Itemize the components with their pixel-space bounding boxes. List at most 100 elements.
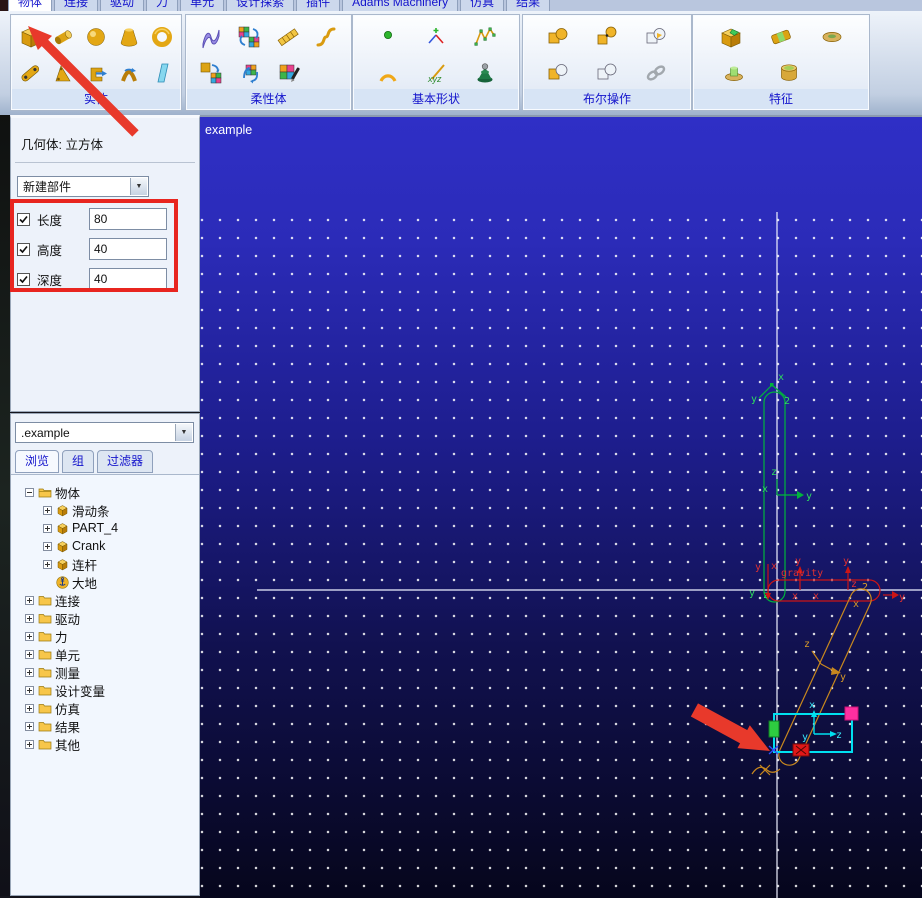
menu-tab-simulation[interactable]: 仿真 bbox=[460, 0, 505, 11]
solid-torus-button[interactable] bbox=[148, 23, 176, 51]
tree-item-bodies[interactable]: 物体 bbox=[11, 483, 199, 501]
menu-tab-design-exploration[interactable]: 设计探索 bbox=[226, 0, 295, 11]
box-icon bbox=[21, 27, 41, 48]
length-input[interactable] bbox=[89, 208, 167, 230]
expand-expander[interactable] bbox=[25, 667, 34, 677]
fillet-icon bbox=[771, 29, 791, 45]
point-button[interactable] bbox=[374, 23, 402, 51]
tree-item-motions[interactable]: 驱动 bbox=[11, 609, 199, 627]
polyline-button[interactable] bbox=[471, 23, 499, 51]
length-checkbox[interactable] bbox=[17, 212, 30, 226]
menu-tab-plugins[interactable]: 插件 bbox=[296, 0, 341, 11]
model-select[interactable]: .example ▼ bbox=[15, 422, 194, 443]
flexible-body-button[interactable] bbox=[197, 23, 225, 51]
boolean-subtract-button[interactable] bbox=[544, 59, 572, 87]
expand-expander[interactable] bbox=[43, 505, 52, 515]
expand-expander[interactable] bbox=[25, 613, 34, 623]
expand-expander[interactable] bbox=[25, 685, 34, 695]
marker-button[interactable] bbox=[422, 23, 450, 51]
menu-tab-results[interactable]: 结果 bbox=[506, 0, 551, 11]
edit-flex-button[interactable] bbox=[276, 59, 304, 87]
ribbon-group-label: 柔性体 bbox=[187, 89, 350, 109]
feature-chamfer-button[interactable] bbox=[716, 23, 744, 51]
dropdown-arrow-icon[interactable]: ▼ bbox=[130, 178, 147, 195]
tab-groups[interactable]: 组 bbox=[62, 450, 95, 473]
green-handle[interactable] bbox=[768, 720, 780, 738]
feature-shell-button[interactable] bbox=[775, 59, 803, 87]
tree-item-other[interactable]: 其他 bbox=[11, 735, 199, 753]
expand-expander[interactable] bbox=[25, 649, 34, 659]
ribbon-group-basic-shapes: xyz 基本形状 bbox=[352, 14, 520, 111]
ribbon-group-flexible-bodies: 柔性体 bbox=[185, 14, 352, 111]
menu-tab-forces[interactable]: 力 bbox=[146, 0, 179, 11]
collapse-expander[interactable] bbox=[25, 487, 34, 497]
tree-item-elements[interactable]: 单元 bbox=[11, 645, 199, 663]
tree-item-simulations[interactable]: 仿真 bbox=[11, 699, 199, 717]
dropdown-arrow-icon[interactable]: ▼ bbox=[175, 424, 192, 441]
menu-tab-adams-machinery[interactable]: Adams Machinery bbox=[342, 0, 459, 11]
expand-expander[interactable] bbox=[43, 523, 52, 533]
menu-tab-motions[interactable]: 驱动 bbox=[100, 0, 145, 11]
depth-input[interactable] bbox=[89, 268, 167, 290]
menu-tab-elements[interactable]: 单元 bbox=[180, 0, 225, 11]
tree-item-design-variables[interactable]: 设计变量 bbox=[11, 681, 199, 699]
svg-text:z: z bbox=[771, 467, 777, 478]
solid-extrusion-button[interactable] bbox=[82, 59, 110, 87]
swap-flex-button[interactable] bbox=[235, 23, 263, 51]
flex-beam-button[interactable] bbox=[274, 23, 302, 51]
height-input[interactable] bbox=[89, 238, 167, 260]
solid-cylinder-button[interactable] bbox=[49, 23, 77, 51]
rotate-flex-button[interactable] bbox=[236, 59, 264, 87]
depth-checkbox[interactable] bbox=[17, 272, 30, 286]
flex-curve-button[interactable] bbox=[312, 23, 340, 51]
boolean-union-button[interactable] bbox=[544, 23, 572, 51]
expand-expander[interactable] bbox=[25, 703, 34, 713]
corner-handle[interactable] bbox=[844, 706, 859, 721]
solid-frustum-button[interactable] bbox=[115, 23, 143, 51]
feature-fillet-button[interactable] bbox=[767, 23, 795, 51]
expand-expander[interactable] bbox=[25, 631, 34, 641]
svg-text:y: y bbox=[755, 562, 761, 573]
expand-expander[interactable] bbox=[43, 541, 52, 551]
menu-tab-connectors[interactable]: 连接 bbox=[54, 0, 99, 11]
boolean-cut-button[interactable] bbox=[593, 59, 621, 87]
tree-item-rod[interactable]: 连杆 bbox=[11, 555, 199, 573]
solid-plane-button[interactable] bbox=[148, 59, 176, 87]
tree-item-ground[interactable]: 大地 bbox=[11, 573, 199, 591]
expand-expander[interactable] bbox=[25, 595, 34, 605]
part-mode-select[interactable]: 新建部件 ▼ bbox=[17, 176, 149, 197]
expand-expander[interactable] bbox=[43, 559, 52, 569]
tree-item-forces[interactable]: 力 bbox=[11, 627, 199, 645]
spline-button[interactable]: xyz bbox=[422, 59, 450, 87]
solid-plate-button[interactable] bbox=[49, 59, 77, 87]
rigid-to-flex-button[interactable] bbox=[197, 59, 225, 87]
check-icon bbox=[19, 245, 28, 253]
feature-hole-button[interactable] bbox=[818, 23, 846, 51]
svg-text:y: y bbox=[749, 588, 755, 599]
slider-block[interactable]: x z y bbox=[768, 700, 859, 757]
solid-link-button[interactable] bbox=[16, 59, 44, 87]
tree-item-connectors[interactable]: 连接 bbox=[11, 591, 199, 609]
boolean-merge-button[interactable] bbox=[593, 23, 621, 51]
tree-item-measures[interactable]: 测量 bbox=[11, 663, 199, 681]
expand-expander[interactable] bbox=[25, 721, 34, 731]
tab-browse[interactable]: 浏览 bbox=[15, 450, 60, 473]
boolean-chain-button[interactable] bbox=[642, 59, 670, 87]
construction-geometry-button[interactable] bbox=[471, 59, 499, 87]
solid-sphere-button[interactable] bbox=[82, 23, 110, 51]
folder-icon bbox=[38, 738, 52, 750]
boolean-intersect-button[interactable] bbox=[642, 23, 670, 51]
tree-item-results[interactable]: 结果 bbox=[11, 717, 199, 735]
solid-revolution-button[interactable] bbox=[115, 59, 143, 87]
solid-box-button[interactable] bbox=[16, 23, 44, 51]
tab-filters[interactable]: 过滤器 bbox=[97, 450, 154, 473]
tree-item-part4[interactable]: PART_4 bbox=[11, 519, 199, 537]
menu-tab-bodies[interactable]: 物体 bbox=[8, 0, 53, 11]
expand-expander[interactable] bbox=[25, 739, 34, 749]
3d-viewport[interactable]: example x y 2 z x y y z gravity y x y x … bbox=[200, 115, 922, 898]
tree-item-slider[interactable]: 滑动条 bbox=[11, 501, 199, 519]
height-checkbox[interactable] bbox=[17, 242, 30, 256]
arc-button[interactable] bbox=[374, 59, 402, 87]
tree-item-crank[interactable]: Crank bbox=[11, 537, 199, 555]
feature-boss-button[interactable] bbox=[720, 59, 748, 87]
